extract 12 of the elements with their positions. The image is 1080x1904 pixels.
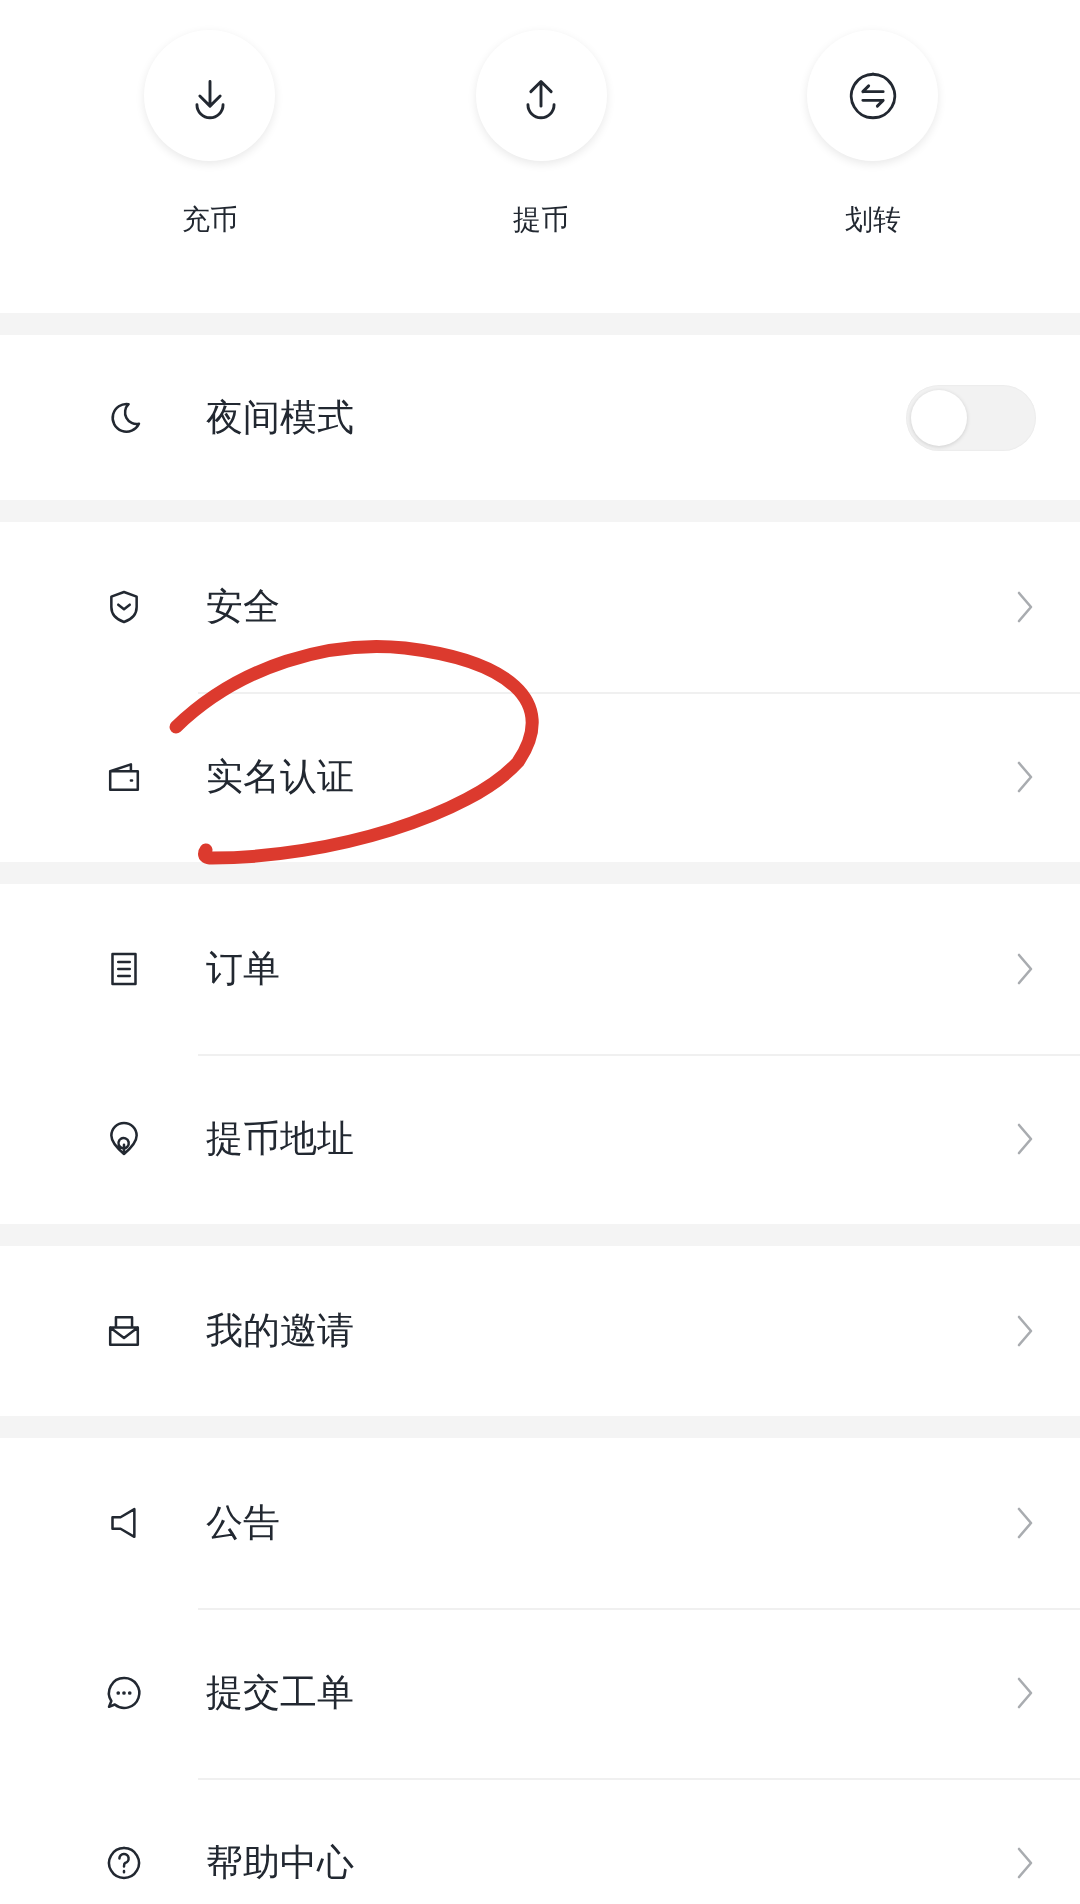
menu-item-label[interactable]: 我的邀请 (206, 1306, 1015, 1356)
menu-item-label[interactable]: 帮助中心 (206, 1838, 1015, 1888)
action-label: 提币 (513, 202, 569, 238)
menu-item-label[interactable]: 提币地址 (206, 1114, 1015, 1164)
action-label: 划转 (844, 202, 901, 238)
menu-item-label[interactable]: 夜间模式 (206, 392, 906, 443)
menu-item-label[interactable]: 实名认证 (206, 752, 1015, 802)
menu-item-label[interactable]: 公告 (206, 1498, 1015, 1548)
menu-item-label[interactable]: 安全 (206, 582, 1015, 632)
action-label: 充币 (181, 202, 238, 238)
menu-item-label[interactable]: 订单 (206, 944, 1015, 994)
menu-item-label[interactable]: 提交工单 (206, 1668, 1015, 1718)
